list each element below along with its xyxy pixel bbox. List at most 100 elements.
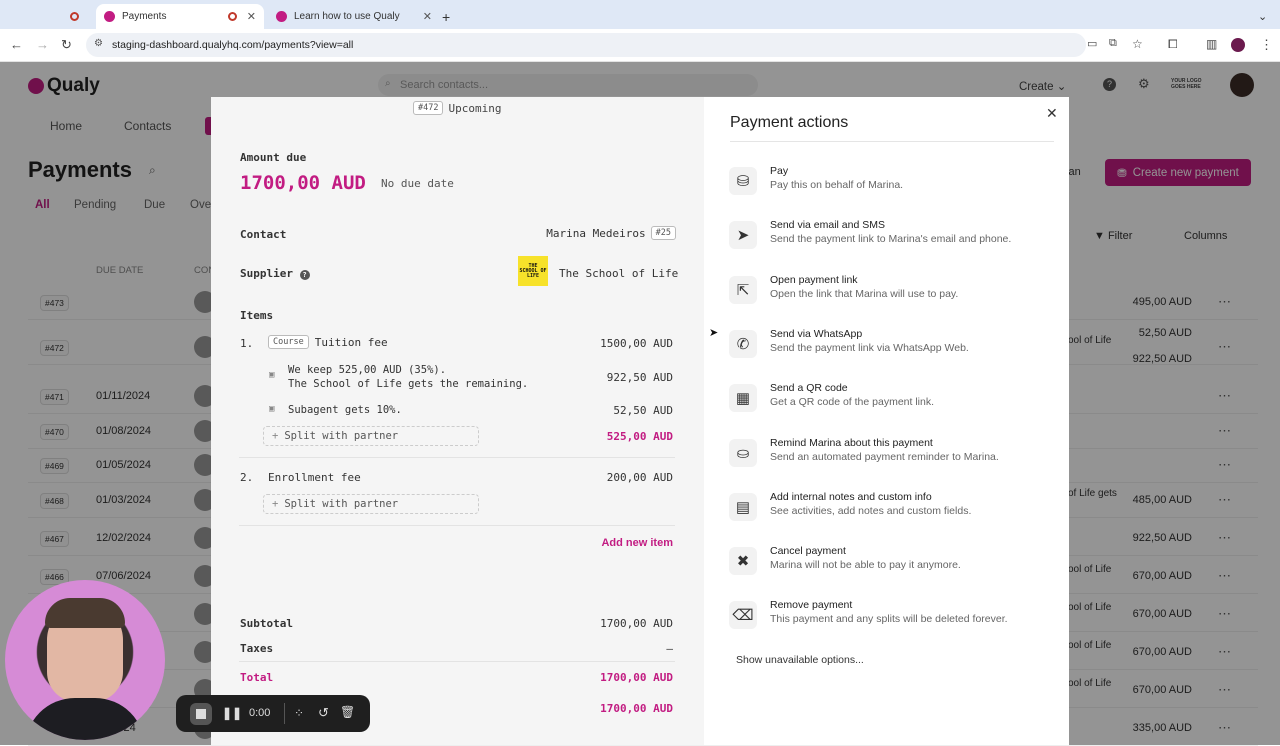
split-with-partner-button[interactable]: + Split with partner bbox=[263, 494, 479, 514]
item-number: 2. bbox=[240, 471, 254, 484]
taxes-value: – bbox=[666, 642, 673, 655]
chevron-down-icon[interactable]: ⌄ bbox=[1258, 4, 1267, 29]
tab-learn[interactable]: Learn how to use Qualy ✕ bbox=[268, 4, 432, 29]
contact-name: Marina Medeiros bbox=[546, 226, 646, 240]
profile-avatar[interactable] bbox=[1231, 38, 1245, 52]
cast-icon[interactable]: ⧉ bbox=[1109, 37, 1117, 50]
divider bbox=[730, 141, 1054, 142]
calendar-icon: ▣ bbox=[269, 404, 275, 414]
address-bar[interactable]: ⚙ staging-dashboard.qualyhq.com/payments… bbox=[86, 33, 1086, 57]
external-link-icon: ⇱ bbox=[729, 275, 757, 304]
menu-icon[interactable]: ⋮ bbox=[1260, 37, 1273, 53]
action-whatsapp[interactable]: ✆ Send via WhatsApp Send the payment lin… bbox=[729, 328, 1049, 368]
mouse-cursor: ➤ bbox=[709, 327, 719, 339]
presenter-hair bbox=[45, 598, 125, 628]
help-icon[interactable]: ? bbox=[299, 270, 310, 280]
keep-note: We keep 525,00 AUD (35%). The School of … bbox=[288, 363, 528, 391]
contact-label: Contact bbox=[240, 228, 287, 241]
amount-due-value: 1700,00 AUD bbox=[240, 172, 366, 194]
action-description: Send the payment link to Marina's email … bbox=[770, 233, 1012, 246]
record-icon bbox=[227, 12, 237, 21]
item-enrollment[interactable]: Enrollment fee bbox=[268, 471, 361, 484]
action-reminder[interactable]: ⛀ Remind Marina about this payment Send … bbox=[729, 437, 1049, 477]
total-value: 1700,00 AUD bbox=[600, 671, 673, 684]
item-tuition[interactable]: Course Tuition fee bbox=[268, 335, 388, 349]
stop-button[interactable] bbox=[190, 703, 212, 725]
action-pay[interactable]: ⛁ Pay Pay this on behalf of Marina. bbox=[729, 165, 1049, 205]
subagent-note: Subagent gets 10%. bbox=[288, 404, 402, 416]
subtotal-label: Subtotal bbox=[240, 617, 293, 630]
supplier-logo: THE SCHOOL OF LIFE bbox=[518, 256, 548, 286]
show-unavailable-options-link[interactable]: Show unavailable options... bbox=[736, 654, 864, 666]
new-tab-button[interactable]: + bbox=[442, 4, 450, 29]
split-label: Split with partner bbox=[284, 498, 399, 510]
qualy-favicon-icon bbox=[104, 11, 115, 22]
action-trash[interactable]: ⌫ Remove payment This payment and any sp… bbox=[729, 599, 1049, 639]
divider bbox=[239, 661, 675, 662]
grip-icon[interactable]: ⁘ bbox=[294, 706, 304, 720]
tab-payments[interactable]: Payments ✕ bbox=[96, 4, 264, 29]
action-send[interactable]: ➤ Send via email and SMS Send the paymen… bbox=[729, 219, 1049, 259]
supplier-label: Supplier ? bbox=[240, 267, 310, 280]
star-icon[interactable]: ☆ bbox=[1132, 37, 1143, 51]
whatsapp-icon: ✆ bbox=[729, 329, 757, 358]
amount-due-label: Amount due bbox=[240, 151, 307, 164]
contact-link[interactable]: Marina Medeiros #25 bbox=[546, 226, 676, 240]
balance-value: 1700,00 AUD bbox=[600, 702, 673, 715]
divider bbox=[239, 457, 675, 458]
keep-amount: 922,50 AUD bbox=[606, 371, 673, 384]
split-with-partner-button[interactable]: + Split with partner bbox=[263, 426, 479, 446]
action-cancel[interactable]: ✖ Cancel payment Marina will not be able… bbox=[729, 545, 1049, 585]
action-description: Marina will not be able to pay it anymor… bbox=[770, 559, 961, 572]
send-icon: ➤ bbox=[729, 221, 757, 250]
keep-line-1: We keep 525,00 AUD (35%). bbox=[288, 364, 447, 376]
action-external-link[interactable]: ⇱ Open payment link Open the link that M… bbox=[729, 274, 1049, 314]
browser-tab-bar: Payments ✕ Learn how to use Qualy ✕ + ⌄ bbox=[0, 0, 1280, 29]
record-icon bbox=[70, 12, 79, 21]
course-tag: Course bbox=[268, 335, 309, 349]
contact-id-badge: #25 bbox=[650, 226, 676, 240]
forward-icon[interactable]: → bbox=[36, 37, 49, 52]
tab-recording[interactable] bbox=[70, 4, 92, 29]
payment-details-pane: #472 Upcoming Amount due 1700,00 AUD No … bbox=[211, 97, 704, 745]
due-date-value: No due date bbox=[381, 177, 454, 190]
close-icon[interactable]: ✕ bbox=[247, 10, 256, 23]
recording-controls: ❚❚ 0:00 ⁘ ↺ 🗑 bbox=[176, 695, 370, 732]
url-text: staging-dashboard.qualyhq.com/payments?v… bbox=[112, 39, 354, 51]
camera-icon[interactable]: ▭ bbox=[1087, 37, 1097, 50]
extensions-icon[interactable]: ⧠ bbox=[1168, 37, 1178, 52]
site-info-icon[interactable]: ⚙ bbox=[94, 38, 103, 49]
restart-icon[interactable]: ↺ bbox=[318, 705, 329, 721]
subagent-amount: 52,50 AUD bbox=[613, 404, 673, 417]
action-qr-code[interactable]: ▦ Send a QR code Get a QR code of the pa… bbox=[729, 382, 1049, 422]
items-label: Items bbox=[240, 309, 274, 322]
payment-id-badge: #472 bbox=[413, 101, 444, 115]
split-label: Split with partner bbox=[284, 430, 399, 442]
qr-code-icon: ▦ bbox=[729, 384, 757, 413]
qualy-favicon-icon bbox=[276, 11, 287, 22]
action-title: Send a QR code bbox=[770, 382, 848, 395]
payment-actions-pane: Payment actions ✕ ⛁ Pay Pay this on beha… bbox=[704, 97, 1069, 745]
action-title: Add internal notes and custom info bbox=[770, 490, 932, 503]
close-icon[interactable]: ✕ bbox=[1046, 105, 1058, 122]
action-description: Send the payment link via WhatsApp Web. bbox=[770, 341, 969, 354]
supplier-name[interactable]: The School of Life bbox=[559, 267, 678, 280]
pause-button[interactable]: ❚❚ bbox=[222, 706, 242, 720]
reload-icon[interactable]: ↻ bbox=[61, 37, 72, 53]
back-icon[interactable]: ← bbox=[10, 37, 23, 52]
trash-icon[interactable]: 🗑 bbox=[340, 705, 355, 719]
add-new-item-button[interactable]: Add new item bbox=[601, 537, 673, 549]
action-title: Remind Marina about this payment bbox=[770, 436, 933, 449]
action-description: Get a QR code of the payment link. bbox=[770, 396, 935, 409]
recording-timer: 0:00 bbox=[249, 707, 271, 719]
stop-icon bbox=[196, 709, 206, 719]
divider bbox=[284, 703, 285, 724]
tab-label: Learn how to use Qualy bbox=[294, 11, 400, 22]
action-clipboard[interactable]: ▤ Add internal notes and custom info See… bbox=[729, 491, 1049, 531]
close-icon[interactable]: ✕ bbox=[423, 10, 432, 23]
action-title: Pay bbox=[770, 165, 789, 177]
keep-line-2: The School of Life gets the remaining. bbox=[288, 378, 529, 390]
item-amount: 1500,00 AUD bbox=[600, 337, 673, 350]
sidebar-icon[interactable]: ▥ bbox=[1206, 37, 1217, 51]
webcam-bubble[interactable] bbox=[5, 580, 165, 740]
